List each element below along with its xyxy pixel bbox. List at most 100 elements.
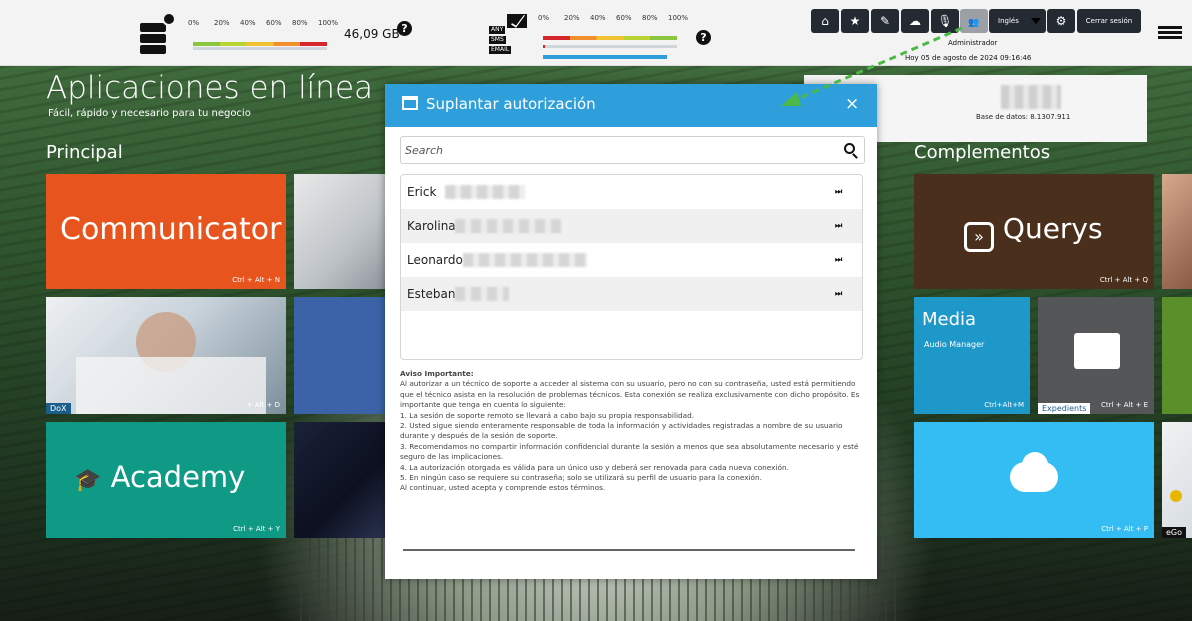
close-button[interactable]: × — [845, 94, 859, 114]
user-surname-redacted — [455, 219, 561, 233]
folder-icon — [1074, 333, 1120, 369]
section-principal: Principal — [46, 142, 123, 163]
msg-usage-scale: 0% 20% 40% 60% 80% 100% — [538, 14, 689, 22]
chevron-down-icon — [1031, 18, 1041, 24]
any-usage-bar — [543, 36, 677, 40]
tile-expedients-label: Expedients — [1038, 403, 1091, 414]
tile-photo-right[interactable] — [1162, 174, 1192, 289]
notice-item: 1. La sesión de soporte remoto se llevar… — [400, 410, 695, 420]
search-input[interactable] — [400, 136, 865, 164]
tile-querys-label: Querys — [1002, 212, 1103, 245]
msg-tag-sms: SMS — [489, 36, 506, 44]
user-surname-redacted — [455, 287, 509, 301]
tile-expedients-shortcut: Ctrl + Alt + E — [1101, 401, 1148, 409]
impersonate-button[interactable]: 👥 — [960, 9, 988, 33]
user-list: Erick ⏭ Karolina ⏭ Leonardo ⏭ Esteban ⏭ — [400, 174, 863, 360]
envelope-icon — [507, 14, 527, 28]
tile-media-sublabel: Audio Manager — [924, 340, 985, 349]
gear-icon: ⚙ — [1055, 14, 1067, 28]
tile-ego[interactable]: eGo — [1162, 422, 1192, 538]
tile-communicator[interactable]: Communicator Ctrl + Alt + N — [46, 174, 286, 289]
top-bar: 0% 20% 40% 60% 80% 100% 46,09 GB ? ANY SMS EM… — [0, 0, 1192, 66]
msg-tag-any: ANY — [489, 26, 506, 34]
current-datetime: Hoy 05 de agosto de 2024 09:16:46 — [905, 54, 1032, 62]
star-icon: ★ — [849, 14, 861, 28]
user-role: Administrador — [948, 39, 998, 47]
important-notice: Aviso Importante: Al autorizar a un técn… — [400, 369, 865, 494]
tile-ego-label: eGo — [1162, 527, 1187, 538]
notice-outro: Al continuar, usted acepta y comprende e… — [400, 483, 606, 493]
microphone-button[interactable]: 🎙 — [931, 9, 959, 33]
skip-forward-icon[interactable]: ⏭ — [835, 187, 842, 197]
email-usage-bar — [543, 55, 667, 59]
database-label: Base de datos: 8.1307.911 — [976, 113, 1071, 121]
photo-desk — [76, 357, 266, 414]
user-row-erick[interactable]: Erick ⏭ — [401, 175, 862, 209]
disk-size-value: 46,09 GB — [344, 27, 400, 41]
msg-tag-email: EMAIL — [489, 46, 512, 54]
settings-button[interactable]: ⚙ — [1047, 9, 1075, 33]
disk-help-icon[interactable]: ? — [397, 21, 412, 36]
language-select[interactable]: Inglés — [989, 9, 1046, 33]
notice-title: Aviso Importante: — [400, 369, 474, 378]
tile-green[interactable] — [1162, 297, 1192, 414]
tile-media-shortcut: Ctrl+Alt+M — [984, 401, 1024, 409]
tile-academy-shortcut: Ctrl + Alt + Y — [233, 525, 280, 533]
tile-blue[interactable] — [294, 297, 386, 414]
pin-icon: ✎ — [879, 14, 891, 28]
user-row-leonardo[interactable]: Leonardo ⏭ — [401, 243, 862, 277]
msg-help-icon[interactable]: ? — [696, 30, 711, 45]
disk-usage-track — [193, 47, 327, 50]
tile-expedients[interactable]: Expedients Ctrl + Alt + E — [1038, 297, 1154, 414]
user-name: Karolina — [407, 219, 456, 233]
tile-dox-label: DoX — [46, 403, 71, 414]
user-surname-redacted — [445, 185, 525, 199]
skip-forward-icon[interactable]: ⏭ — [835, 289, 842, 299]
dialog-footer-divider — [403, 549, 855, 551]
page-title: Aplicaciones en línea — [46, 70, 374, 106]
impersonate-dialog: Suplantar autorización × Erick ⏭ Karolin… — [385, 84, 877, 579]
favorites-button[interactable]: ★ — [841, 9, 869, 33]
company-logo-blurred — [1001, 85, 1061, 109]
disk-usage-scale: 0% 20% 40% 60% 80% 100% — [188, 19, 339, 27]
search-icon[interactable] — [844, 143, 855, 154]
pin-button[interactable]: ✎ — [871, 9, 899, 33]
tile-dox[interactable]: DoX + Alt + D — [46, 297, 286, 414]
window-icon — [402, 96, 418, 110]
tile-academy[interactable]: 🎓 Academy Ctrl + Alt + Y — [46, 422, 286, 538]
cloud-icon-top — [1022, 452, 1048, 478]
user-row-esteban[interactable]: Esteban ⏭ — [401, 277, 862, 311]
disk-usage-bar — [193, 42, 327, 46]
user-name: Esteban — [407, 287, 456, 301]
skip-forward-icon[interactable]: ⏭ — [835, 255, 842, 265]
dialog-header: Suplantar autorización × — [385, 84, 877, 127]
tile-cloud-shortcut: Ctrl + Alt + P — [1101, 525, 1148, 533]
notice-item: 5. En ningún caso se requiere su contras… — [400, 473, 762, 483]
logout-button[interactable]: Cerrar sesión — [1077, 9, 1141, 33]
tile-media[interactable]: Media Audio Manager Ctrl+Alt+M — [914, 297, 1030, 414]
disk-storage-icon — [140, 12, 176, 54]
notice-item: 2. Usted sigue siendo enteramente respon… — [400, 421, 843, 441]
notice-intro: Al autorizar a un técnico de soporte a a… — [400, 379, 860, 410]
user-name: Leonardo — [407, 253, 463, 267]
dialog-title: Suplantar autorización — [426, 95, 596, 113]
language-label: Inglés — [998, 17, 1019, 25]
skip-forward-icon[interactable]: ⏭ — [835, 221, 842, 231]
cloud-button[interactable]: ☁ — [901, 9, 929, 33]
tile-photo-meeting[interactable] — [294, 174, 386, 289]
sms-usage-bar — [543, 45, 677, 48]
tile-querys[interactable]: » Querys Ctrl + Alt + Q — [914, 174, 1154, 289]
home-button[interactable]: ⌂ — [811, 9, 839, 33]
tile-dark-photo[interactable] — [294, 422, 386, 538]
tile-cloud[interactable]: Ctrl + Alt + P — [914, 422, 1154, 538]
cloud-icon: ☁ — [909, 14, 921, 28]
notice-item: 4. La autorización otorgada es válida pa… — [400, 462, 789, 472]
tile-academy-label: Academy — [110, 460, 246, 494]
user-row-karolina[interactable]: Karolina ⏭ — [401, 209, 862, 243]
user-surname-redacted — [463, 253, 587, 267]
home-icon: ⌂ — [821, 14, 829, 28]
tile-querys-shortcut: Ctrl + Alt + Q — [1099, 276, 1148, 284]
map-pin-icon — [1170, 490, 1182, 502]
menu-icon[interactable] — [1158, 26, 1182, 40]
microphone-icon: 🎙 — [937, 14, 953, 28]
